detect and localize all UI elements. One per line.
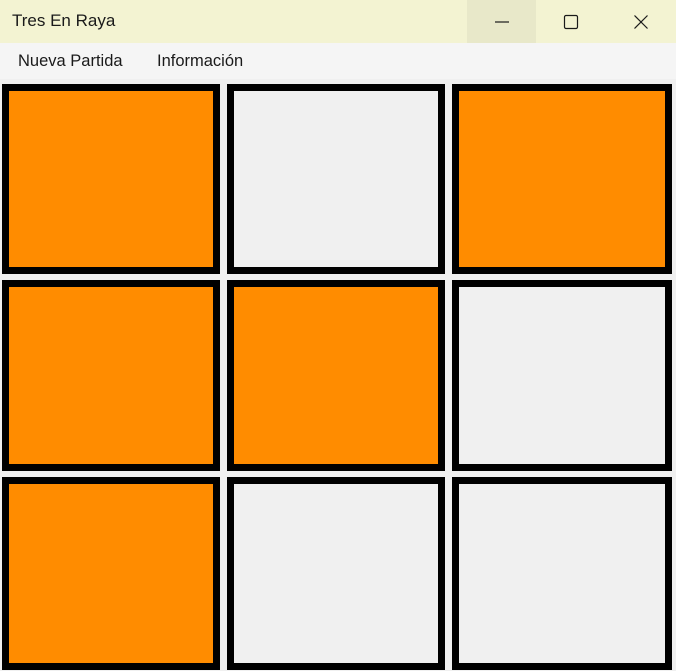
minimize-button[interactable] bbox=[467, 0, 536, 43]
menu-informacion[interactable]: Información bbox=[157, 43, 243, 79]
board-cell-1-2[interactable] bbox=[227, 84, 445, 274]
board-cell-2-3[interactable] bbox=[452, 280, 672, 471]
window-title: Tres En Raya bbox=[12, 11, 116, 30]
maximize-icon bbox=[563, 14, 578, 29]
board-cell-2-2[interactable] bbox=[227, 280, 445, 471]
board-cell-3-3[interactable] bbox=[452, 477, 672, 670]
game-board bbox=[0, 79, 676, 671]
close-button[interactable] bbox=[606, 0, 675, 43]
board-cell-3-2[interactable] bbox=[227, 477, 445, 670]
board-cell-3-1[interactable] bbox=[2, 477, 220, 670]
menu-bar: Nueva Partida Información bbox=[0, 43, 676, 79]
board-cell-1-1[interactable] bbox=[2, 84, 220, 274]
minimize-icon bbox=[494, 20, 509, 23]
menu-nueva-partida[interactable]: Nueva Partida bbox=[18, 43, 123, 79]
title-bar: Tres En Raya bbox=[0, 0, 676, 43]
close-icon bbox=[633, 14, 648, 29]
maximize-button[interactable] bbox=[536, 0, 605, 43]
board-cell-1-3[interactable] bbox=[452, 84, 672, 274]
board-cell-2-1[interactable] bbox=[2, 280, 220, 471]
app-window: Tres En Raya Nueva Partida Información bbox=[0, 0, 676, 671]
